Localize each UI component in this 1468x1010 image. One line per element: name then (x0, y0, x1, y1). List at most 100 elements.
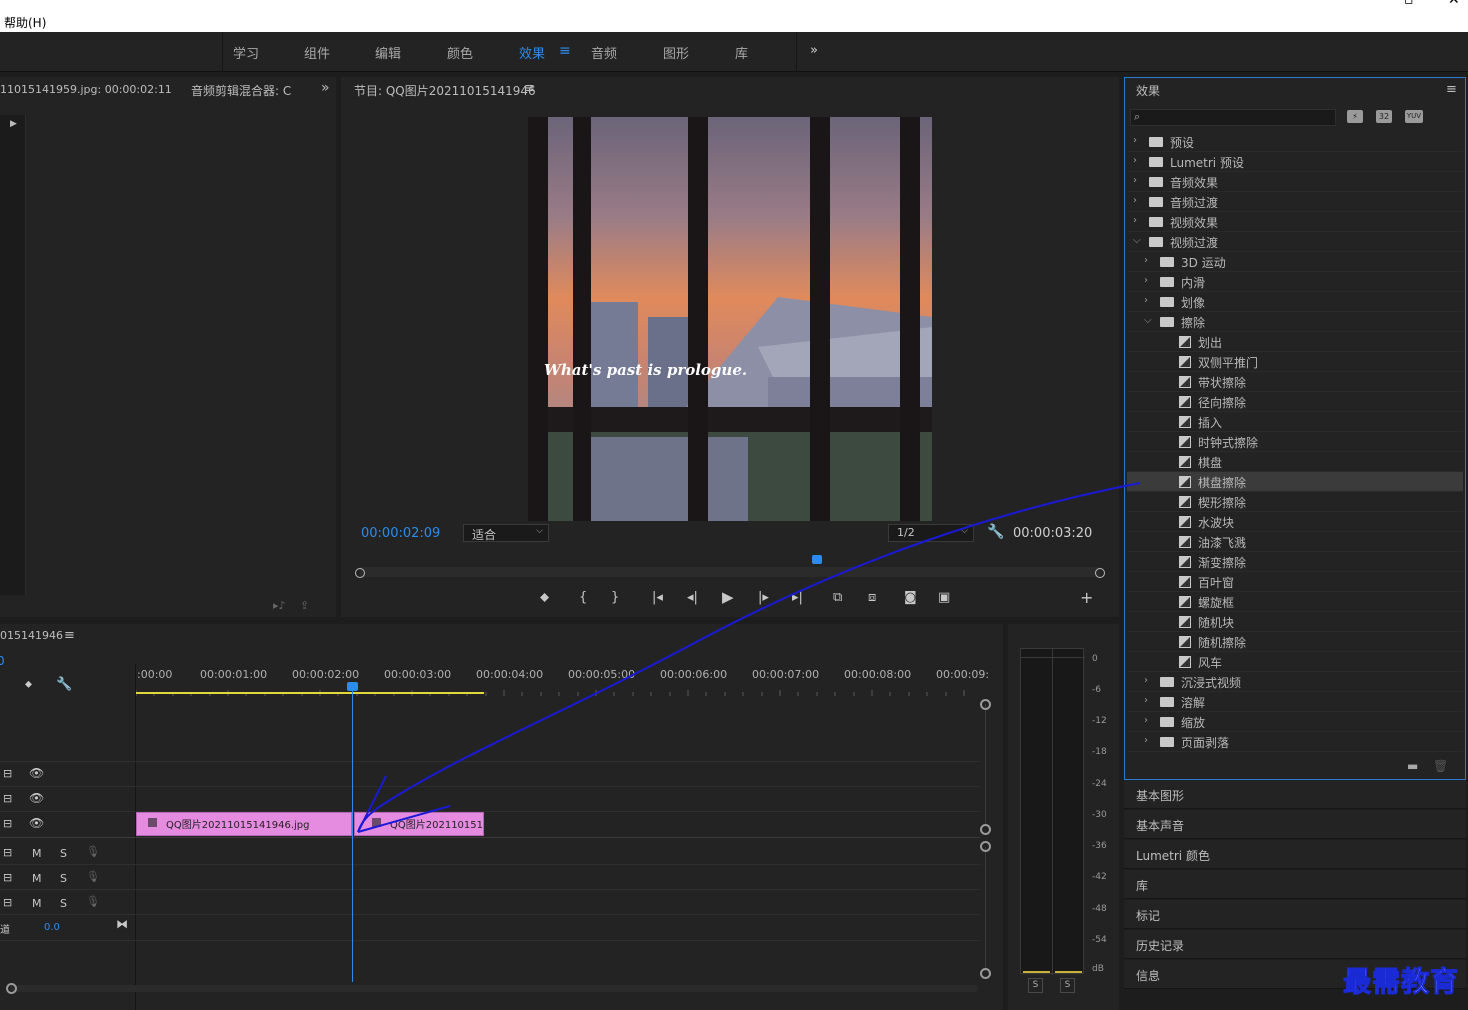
program-playhead[interactable] (812, 555, 822, 564)
mark-out-icon[interactable]: } (611, 590, 619, 605)
chevron-right-icon[interactable]: › (1144, 675, 1148, 686)
add-marker-icon[interactable]: ⬥ (540, 590, 549, 605)
effect-item[interactable]: 棋盘 (1127, 452, 1463, 472)
solo-right-button[interactable]: S (1060, 978, 1075, 993)
master-volume-value[interactable]: 0.0 (44, 922, 60, 933)
accelerated-effects-icon[interactable]: ⚡ (1347, 110, 1363, 123)
zoom-select[interactable]: 适合 ⌵ (463, 524, 549, 542)
panel-essential-sound[interactable]: 基本声音 (1124, 810, 1466, 839)
tab-audio[interactable]: 音频 (591, 43, 617, 62)
scroll-handle[interactable] (6, 983, 17, 994)
source-clip-name[interactable]: 11015141959.jpg: 00:00:02:11 (0, 83, 172, 96)
scrubber-start-handle[interactable] (355, 568, 365, 578)
speaker-icon[interactable]: ▸♪ (273, 599, 286, 612)
horizontal-scrollbar[interactable] (10, 985, 978, 992)
chevron-right-icon[interactable]: › (1133, 195, 1137, 206)
scroll-handle[interactable] (980, 968, 991, 979)
chevron-down-icon[interactable]: ⌵ (1144, 315, 1152, 326)
tree-folder[interactable]: › 溶解 (1127, 692, 1463, 712)
step-back-icon[interactable]: ◂| (687, 590, 698, 605)
panel-markers[interactable]: 标记 (1124, 900, 1466, 929)
solo-button[interactable]: S (60, 847, 67, 860)
effect-item[interactable]: 水波块 (1127, 512, 1463, 532)
effects-search-input[interactable]: ⌕ (1130, 109, 1336, 126)
compare-icon[interactable]: ▣ (938, 590, 950, 605)
tree-folder[interactable]: ⌵ 视频过渡 (1127, 232, 1463, 252)
eye-icon[interactable]: 👁 (29, 766, 44, 780)
tab-editing[interactable]: 编辑 (375, 43, 401, 62)
tree-folder[interactable]: › 划像 (1127, 292, 1463, 312)
chevron-right-icon[interactable]: › (1144, 295, 1148, 306)
video-frame[interactable]: What's past is prologue. (528, 117, 932, 521)
mark-in-icon[interactable]: { (579, 590, 587, 605)
32bit-effects-icon[interactable]: 32 (1376, 110, 1392, 123)
scrubber-end-handle[interactable] (1095, 568, 1105, 578)
microphone-icon[interactable]: 🎙 (86, 870, 100, 883)
program-title[interactable]: 节目: QQ图片20211015141946 (354, 82, 536, 99)
tree-folder[interactable]: › 音频效果 (1127, 172, 1463, 192)
tab-assembly[interactable]: 组件 (304, 43, 330, 62)
effect-item[interactable]: 随机块 (1127, 612, 1463, 632)
chevron-down-icon[interactable]: ⌵ (1133, 235, 1141, 246)
film-icon[interactable]: ⊟ (3, 817, 12, 830)
play-icon[interactable]: ▶ (722, 588, 734, 606)
effect-item[interactable]: 棋盘擦除 (1127, 472, 1463, 492)
timeline-clip[interactable]: QQ图片20211015141 (354, 812, 484, 836)
tree-folder[interactable]: › 音频过渡 (1127, 192, 1463, 212)
timeline-clip[interactable]: QQ图片20211015141946.jpg (136, 812, 352, 836)
film-icon[interactable]: ⊟ (3, 871, 12, 884)
extract-icon[interactable]: ⧈ (868, 590, 876, 605)
chevron-right-icon[interactable]: › (1144, 255, 1148, 266)
jump-icon[interactable]: ⧓ (116, 917, 128, 931)
mute-button[interactable]: M (32, 847, 42, 860)
sequence-tab[interactable]: 015141946 (0, 629, 63, 642)
menu-help[interactable]: 帮助(H) (4, 14, 46, 31)
tree-folder[interactable]: › 内滑 (1127, 272, 1463, 292)
panel-menu-icon[interactable]: ≡ (1446, 82, 1457, 97)
chevron-right-icon[interactable]: › (1133, 175, 1137, 186)
chevron-right-icon[interactable]: › (1144, 695, 1148, 706)
mute-button[interactable]: M (32, 897, 42, 910)
microphone-icon[interactable]: 🎙 (86, 895, 100, 908)
tree-folder[interactable]: › 视频效果 (1127, 212, 1463, 232)
overflow-icon[interactable]: » (321, 80, 330, 96)
solo-button[interactable]: S (60, 872, 67, 885)
work-area-bar[interactable] (136, 692, 484, 694)
effect-item[interactable]: 渐变擦除 (1127, 552, 1463, 572)
tab-learn[interactable]: 学习 (233, 43, 259, 62)
hamburger-icon[interactable]: ≡ (559, 43, 571, 59)
mute-button[interactable]: M (32, 872, 42, 885)
wrench-icon[interactable]: 🔧 (56, 677, 72, 692)
tree-folder[interactable]: ⌵ 擦除 (1127, 312, 1463, 332)
time-ruler-ticks[interactable] (136, 684, 981, 696)
effect-item[interactable]: 划出 (1127, 332, 1463, 352)
overflow-icon[interactable]: » (810, 43, 818, 58)
restore-icon[interactable]: ▫ (1404, 0, 1414, 8)
delete-icon[interactable]: 🗑 (1433, 759, 1448, 773)
film-icon[interactable]: ⊟ (3, 896, 12, 909)
panel-lumetri-color[interactable]: Lumetri 颜色 (1124, 840, 1466, 869)
film-icon[interactable]: ⊟ (3, 792, 12, 805)
effect-item[interactable]: 螺旋框 (1127, 592, 1463, 612)
export-icon[interactable]: ⇪ (300, 599, 309, 612)
chevron-right-icon[interactable]: › (1144, 735, 1148, 746)
go-to-in-icon[interactable]: |◂ (652, 590, 663, 605)
add-button-icon[interactable]: + (1080, 588, 1093, 607)
effect-item[interactable]: 随机擦除 (1127, 632, 1463, 652)
effect-item[interactable]: 风车 (1127, 652, 1463, 672)
wrench-icon[interactable]: 🔧 (987, 524, 1004, 540)
timeline-playhead-line[interactable] (352, 690, 353, 982)
panel-menu-icon[interactable]: ≡ (64, 628, 75, 643)
step-forward-icon[interactable]: |▸ (758, 590, 769, 605)
effect-item[interactable]: 楔形擦除 (1127, 492, 1463, 512)
tab-libraries[interactable]: 库 (735, 43, 748, 62)
scroll-handle[interactable] (980, 841, 991, 852)
chevron-right-icon[interactable]: › (1133, 135, 1137, 146)
eye-icon[interactable]: 👁 (29, 791, 44, 805)
program-current-time[interactable]: 00:00:02:09 (361, 526, 440, 541)
chevron-right-icon[interactable]: › (1133, 155, 1137, 166)
solo-left-button[interactable]: S (1028, 978, 1043, 993)
solo-button[interactable]: S (60, 897, 67, 910)
panel-essential-graphics[interactable]: 基本图形 (1124, 780, 1466, 809)
effect-item[interactable]: 时钟式擦除 (1127, 432, 1463, 452)
